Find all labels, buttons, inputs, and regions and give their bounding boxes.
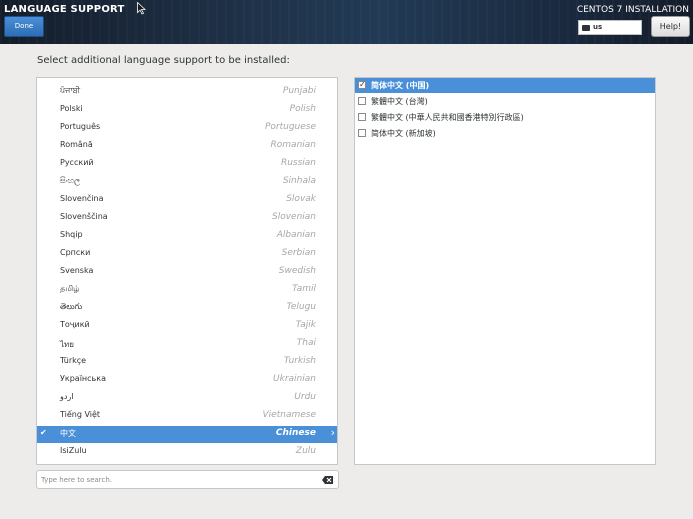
language-native-name: සිංහල xyxy=(60,176,81,185)
mouse-cursor-icon xyxy=(137,2,146,15)
chevron-right-icon: › xyxy=(330,426,335,439)
language-english-name: Telugu xyxy=(286,302,316,312)
checkbox-icon[interactable] xyxy=(358,129,366,137)
language-row[interactable]: Türkçe Turkish xyxy=(37,354,337,371)
keyboard-layout-indicator[interactable]: us xyxy=(578,20,642,35)
language-native-name: Svenska xyxy=(60,266,94,275)
language-english-name: Polish xyxy=(289,104,316,114)
language-row[interactable]: Shqip Albanian xyxy=(37,228,337,245)
language-row[interactable]: తెలుగు Telugu xyxy=(37,300,337,317)
language-native-name: ไทย xyxy=(60,340,74,349)
language-english-name: Chinese xyxy=(275,428,316,438)
language-support-prompt: Select additional language support to be… xyxy=(37,55,290,66)
language-native-name: Српски xyxy=(60,248,91,257)
language-native-name: ਪੰਜਾਬੀ xyxy=(60,86,81,95)
keyboard-icon xyxy=(582,25,590,31)
language-native-name: Slovenčina xyxy=(60,194,104,203)
locale-list[interactable]: ✓ 简体中文 (中国) 繁體中文 (台灣) 繁體中文 (中華人民共和國香港特別行政區)… xyxy=(354,77,656,465)
language-english-name: Slovak xyxy=(286,194,316,204)
language-row[interactable]: Slovenščina Slovenian xyxy=(37,210,337,227)
checkbox-icon[interactable] xyxy=(358,97,366,105)
language-english-name: Tajik xyxy=(295,320,316,330)
language-english-name: Romanian xyxy=(270,140,316,150)
language-native-name: Română xyxy=(60,140,93,149)
checkbox-checked-icon[interactable]: ✓ xyxy=(358,81,366,89)
language-english-name: Russian xyxy=(280,158,316,168)
language-native-name: Português xyxy=(60,122,101,131)
language-english-name: Swedish xyxy=(278,266,316,276)
language-native-name: Tiếng Việt xyxy=(60,410,101,419)
language-english-name: Thai xyxy=(296,338,316,348)
locale-row[interactable]: ✓ 简体中文 (中国) xyxy=(355,78,655,93)
language-native-name: Тоҷикӣ xyxy=(60,320,90,329)
language-row[interactable]: Slovenčina Slovak xyxy=(37,192,337,209)
language-english-name: Portuguese xyxy=(264,122,316,132)
language-native-name: Русский xyxy=(60,158,94,167)
language-row[interactable]: Тоҷикӣ Tajik xyxy=(37,318,337,335)
keyboard-layout-label: us xyxy=(593,23,603,31)
language-english-name: Zulu xyxy=(295,446,316,456)
installation-title: CENTOS 7 INSTALLATION xyxy=(576,5,689,15)
language-english-name: Ukrainian xyxy=(273,374,316,384)
done-button[interactable]: Done xyxy=(4,16,44,37)
search-box[interactable] xyxy=(36,470,339,489)
language-native-name: Slovenščina xyxy=(60,212,108,221)
language-native-name: Polski xyxy=(60,104,83,113)
language-english-name: Tamil xyxy=(292,284,316,294)
language-row[interactable]: Português Portuguese xyxy=(37,120,337,137)
language-english-name: Vietnamese xyxy=(262,410,316,420)
language-row[interactable]: Română Romanian xyxy=(37,138,337,155)
search-input[interactable] xyxy=(41,473,311,486)
language-row[interactable]: Tiếng Việt Vietnamese xyxy=(37,408,337,425)
language-native-name: اردو xyxy=(60,392,74,401)
language-row[interactable]: Українська Ukrainian xyxy=(37,372,337,389)
language-native-name: తెలుగు xyxy=(60,302,83,311)
language-row[interactable]: اردو Urdu xyxy=(37,390,337,407)
language-row[interactable]: IsiZulu Zulu xyxy=(37,444,337,461)
language-native-name: IsiZulu xyxy=(60,446,87,455)
language-row[interactable]: தமிழ் Tamil xyxy=(37,282,337,299)
locale-label: 简体中文 (新加坡) xyxy=(371,129,436,138)
language-list[interactable]: ਪੰਜਾਬੀ Punjabi Polski Polish Português Portug… xyxy=(36,77,338,465)
language-native-name: 中文 xyxy=(60,429,76,438)
language-native-name: Українська xyxy=(60,374,106,383)
selected-check-icon: ✔ xyxy=(40,428,47,437)
language-native-name: தமிழ் xyxy=(60,284,80,293)
language-english-name: Turkish xyxy=(283,356,316,366)
help-button[interactable]: Help! xyxy=(651,16,690,37)
locale-row[interactable]: 繁體中文 (台灣) xyxy=(355,94,655,109)
language-row[interactable]: ✔ 中文 Chinese › xyxy=(37,426,337,443)
language-native-name: Shqip xyxy=(60,230,83,239)
language-native-name: Türkçe xyxy=(60,356,87,365)
language-english-name: Slovenian xyxy=(271,212,316,222)
page-title: LANGUAGE SUPPORT xyxy=(4,4,125,15)
locale-label: 繁體中文 (中華人民共和國香港特別行政區) xyxy=(371,113,524,122)
language-english-name: Serbian xyxy=(281,248,316,258)
language-row[interactable]: ไทย Thai xyxy=(37,336,337,353)
locale-row[interactable]: 繁體中文 (中華人民共和國香港特別行政區) xyxy=(355,110,655,125)
clear-search-icon[interactable] xyxy=(322,476,333,484)
locale-row[interactable]: 简体中文 (新加坡) xyxy=(355,126,655,141)
locale-label: 简体中文 (中国) xyxy=(371,81,430,90)
language-row[interactable]: Српски Serbian xyxy=(37,246,337,263)
language-english-name: Punjabi xyxy=(282,86,316,96)
language-row[interactable]: Svenska Swedish xyxy=(37,264,337,281)
language-row[interactable]: Polski Polish xyxy=(37,102,337,119)
language-english-name: Sinhala xyxy=(282,176,316,186)
language-english-name: Albanian xyxy=(276,230,316,240)
language-english-name: Urdu xyxy=(294,392,316,402)
checkbox-icon[interactable] xyxy=(358,113,366,121)
language-row[interactable]: සිංහල Sinhala xyxy=(37,174,337,191)
header-bar: LANGUAGE SUPPORT Done CENTOS 7 INSTALLAT… xyxy=(0,0,693,44)
language-row[interactable]: ਪੰਜਾਬੀ Punjabi xyxy=(37,84,337,101)
language-row[interactable]: Русский Russian xyxy=(37,156,337,173)
locale-label: 繁體中文 (台灣) xyxy=(371,97,428,106)
